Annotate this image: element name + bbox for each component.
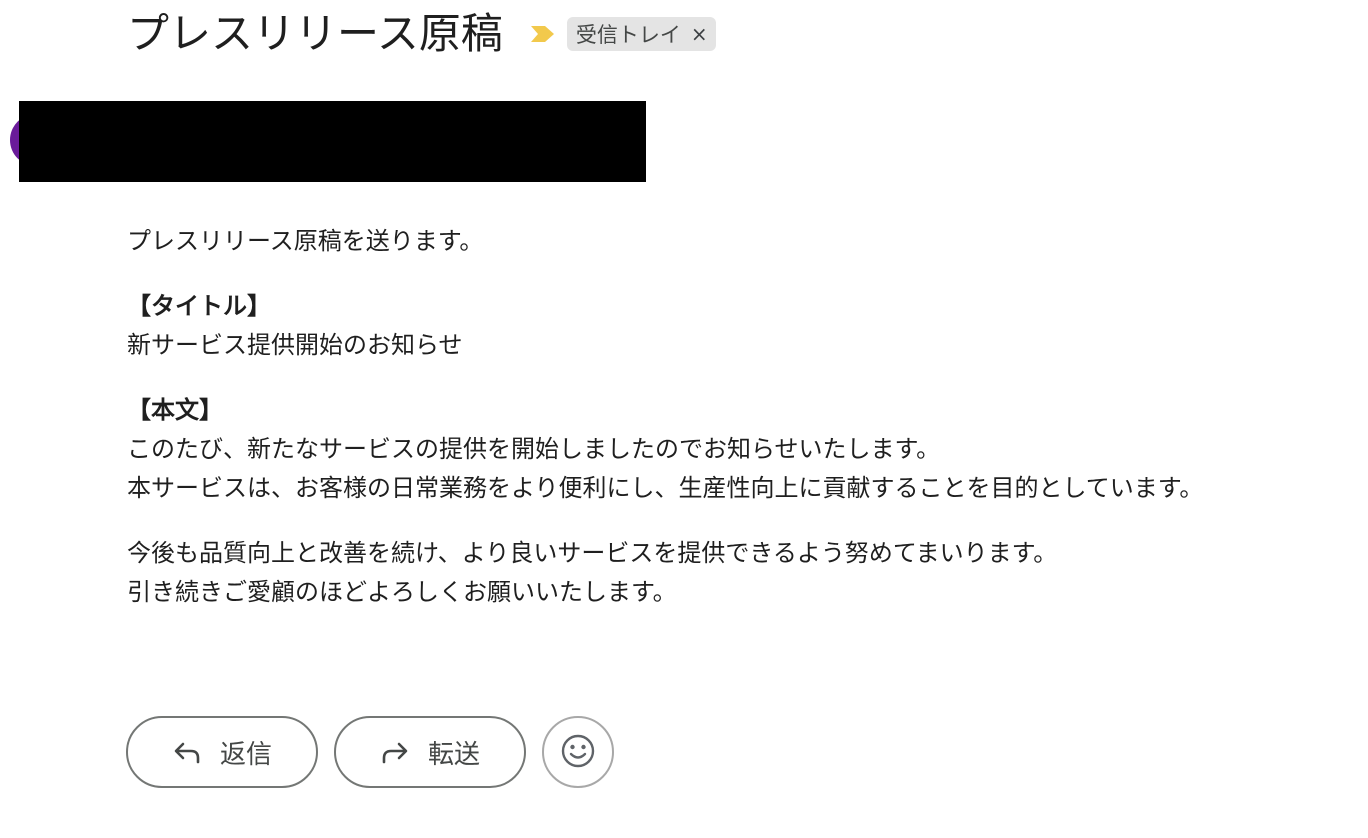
body-heading: 【本文】	[127, 396, 223, 424]
forward-arrow-icon	[380, 737, 410, 767]
importance-marker-icon[interactable]	[529, 24, 557, 44]
body-paragraph-line: 引き続きご愛顧のほどよろしくお願いいたします。	[127, 578, 677, 606]
label-chip-text: 受信トレイ	[575, 23, 681, 47]
subject-header: プレスリリース原稿 受信トレイ ×	[127, 4, 716, 64]
body-paragraph-line: このたび、新たなサービスの提供を開始しましたのでお知らせいたします。	[127, 435, 941, 463]
body-paragraph-line: 本サービスは、お客様の日常業務をより便利にし、生産性向上に貢献することを目的とし…	[127, 474, 1204, 502]
reply-button[interactable]: 返信	[126, 716, 318, 788]
close-icon[interactable]: ×	[691, 22, 708, 46]
email-view: プレスリリース原稿 受信トレイ × プレスリリース原稿を送ります。 【タイトル】…	[0, 0, 1368, 838]
emoji-reaction-button[interactable]	[542, 716, 614, 788]
forward-button[interactable]: 転送	[334, 716, 526, 788]
label-chip-inbox[interactable]: 受信トレイ ×	[566, 17, 716, 51]
title-text: 新サービス提供開始のお知らせ	[127, 331, 463, 359]
forward-label: 転送	[427, 739, 480, 770]
smiley-icon	[560, 733, 596, 772]
action-bar: 返信 転送	[126, 716, 614, 788]
body-paragraph-line: 今後も品質向上と改善を続け、より良いサービスを提供できるよう努めてまいります。	[127, 539, 1058, 567]
email-body: プレスリリース原稿を送ります。 【タイトル】 新サービス提供開始のお知らせ 【本…	[127, 222, 1347, 612]
redacted-sender-block	[19, 101, 646, 182]
email-subject: プレスリリース原稿	[127, 9, 503, 58]
body-intro: プレスリリース原稿を送ります。	[127, 227, 484, 255]
title-heading: 【タイトル】	[127, 292, 271, 320]
reply-label: 返信	[219, 739, 272, 770]
reply-arrow-icon	[172, 737, 202, 767]
